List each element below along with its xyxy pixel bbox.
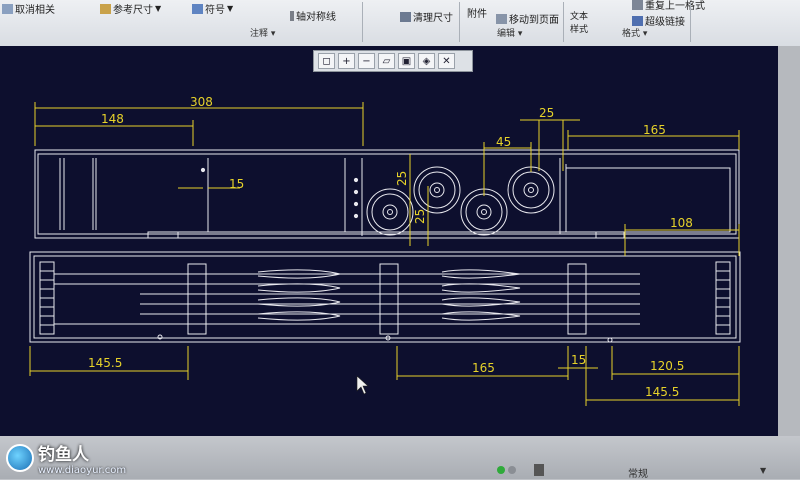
front-view-outline — [29, 251, 741, 343]
status-indicator-icon — [497, 466, 505, 474]
group-label-format[interactable]: 格式 ▾ — [622, 26, 647, 39]
chevron-down-icon: ▼ — [227, 4, 234, 13]
repaint-icon[interactable]: ▱ — [378, 53, 395, 69]
fishing-logo-icon — [6, 444, 34, 472]
zoom-out-icon[interactable]: − — [358, 53, 375, 69]
right-frame — [778, 46, 800, 436]
repeat-format-button[interactable]: 重复上一格式 — [632, 0, 705, 12]
watermark-url: www.diaoyur.com — [38, 465, 127, 476]
dim-45: 45 — [496, 135, 511, 149]
pulley-2 — [413, 166, 461, 214]
clean-dimension-icon — [400, 11, 411, 22]
dim-25-vertical-1: 25 — [395, 171, 409, 186]
group-label-edit[interactable]: 编辑 ▾ — [497, 26, 522, 39]
orient-icon[interactable]: ◈ — [418, 53, 435, 69]
dim-148: 148 — [101, 112, 124, 126]
move-to-page-button[interactable]: 移动到页面 — [496, 11, 559, 26]
clean-dimension-button[interactable]: 清理尺寸 — [400, 9, 453, 24]
ribbon-separator — [690, 2, 691, 42]
pulley-4 — [507, 166, 555, 214]
chevron-down-icon: ▼ — [155, 4, 162, 13]
ribbon-separator — [563, 2, 564, 42]
dim-145-5-right: 145.5 — [645, 385, 679, 399]
drawing-canvas[interactable]: 308 148 15 25 45 165 25 25 108 145.5 165… — [0, 46, 778, 436]
dim-165-bottom: 165 — [472, 361, 495, 375]
symbol-button[interactable]: 符号 ▼ — [192, 1, 233, 16]
cancel-relation-icon — [2, 3, 13, 14]
axis-symmetry-button[interactable]: 轴对称线 — [290, 8, 336, 23]
reference-dimension-button[interactable]: 参考尺寸 ▼ — [100, 1, 161, 16]
reference-dimension-icon — [100, 3, 111, 14]
ribbon: 取消相关 参考尺寸 ▼ 符号 ▼ 轴对称线 清理尺寸 附件 移动到页面 文本样式 超… — [0, 0, 800, 47]
dim-145-5-left: 145.5 — [88, 356, 122, 370]
display-style-icon[interactable]: ✕ — [438, 53, 455, 69]
watermark-brand: 钓鱼人 — [38, 445, 89, 465]
move-to-page-icon — [496, 13, 507, 24]
selection-filter[interactable]: 常规 — [628, 465, 648, 480]
dim-15-bottom: 15 — [571, 353, 586, 367]
pulley-1 — [366, 188, 414, 236]
watermark: 钓鱼人 www.diaoyur.com — [6, 440, 126, 476]
symbol-icon — [192, 3, 203, 14]
dim-120-5: 120.5 — [650, 359, 684, 373]
repeat-format-icon — [632, 0, 643, 10]
shade-icon[interactable]: ▣ — [398, 53, 415, 69]
view-toolbar: ◻ + − ▱ ▣ ◈ ✕ — [313, 50, 473, 72]
mouse-cursor-icon — [356, 375, 369, 395]
status-indicator-icon — [508, 466, 516, 474]
ribbon-separator — [362, 2, 363, 42]
cancel-relation-button[interactable]: 取消相关 — [2, 1, 55, 16]
text-style-button[interactable]: 文本样式 — [570, 9, 596, 35]
dim-165-top: 165 — [643, 123, 666, 137]
ribbon-separator — [459, 2, 460, 42]
axis-symmetry-icon — [290, 10, 294, 21]
dim-308: 308 — [190, 95, 213, 109]
drawing-sheet: 308 148 15 25 45 165 25 25 108 145.5 165… — [29, 95, 741, 406]
dimension-texts: 308 148 15 25 45 165 25 25 108 145.5 165… — [88, 95, 693, 399]
chevron-down-icon[interactable]: ▼ — [760, 466, 766, 475]
dim-15-top: 15 — [229, 177, 244, 191]
attachment-button[interactable]: 附件 — [467, 5, 487, 20]
dim-108: 108 — [670, 216, 693, 230]
hyperlink-icon — [632, 15, 643, 26]
zoom-in-icon[interactable]: + — [338, 53, 355, 69]
dim-25-top: 25 — [539, 106, 554, 120]
dimension-lines — [29, 102, 740, 406]
part-geometry — [29, 149, 741, 343]
group-label-annotate[interactable]: 注释 ▾ — [250, 26, 275, 39]
zoom-fit-icon[interactable]: ◻ — [318, 53, 335, 69]
dim-25-vertical-2: 25 — [413, 209, 427, 224]
filter-icon[interactable] — [534, 464, 544, 476]
